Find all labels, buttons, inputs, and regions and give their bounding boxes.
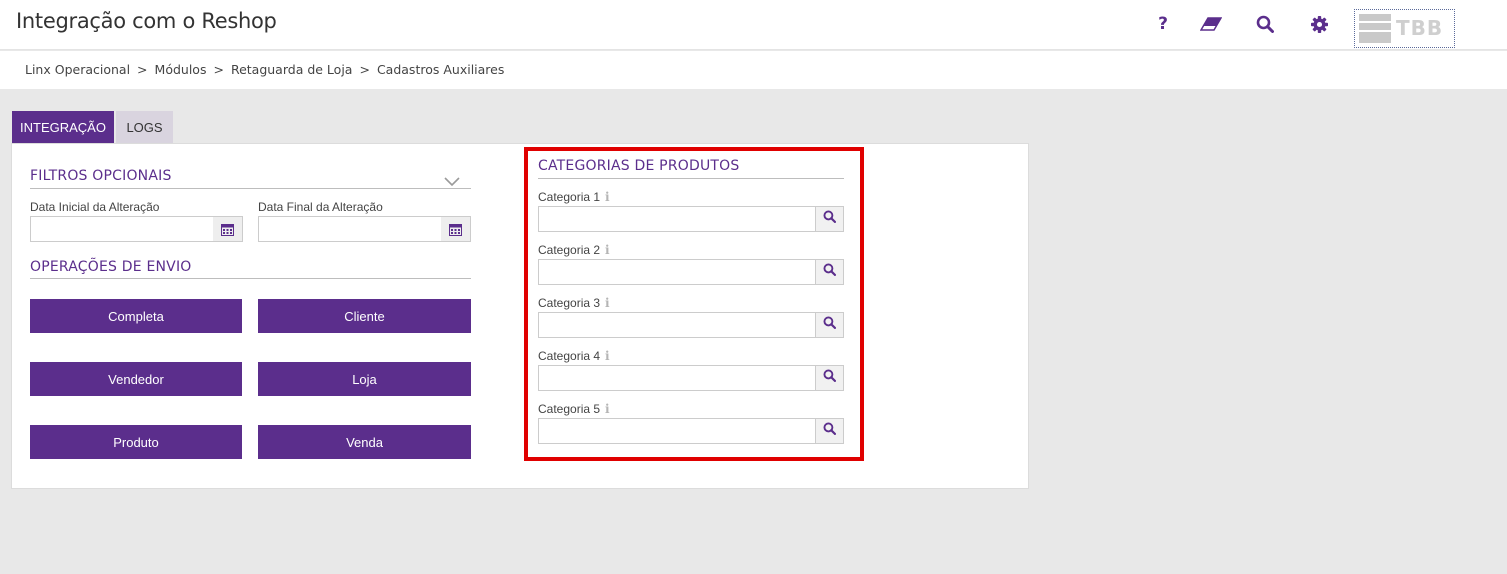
breadcrumb-item-linx-operacional[interactable]: Linx Operacional [25,62,130,77]
breadcrumb-separator: > [213,62,224,77]
category-3-label: Categoria 3i [538,296,610,310]
search-icon [823,210,836,228]
start-date-label: Data Inicial da Alteração [30,200,160,214]
send-operations-title: OPERAÇÕES DE ENVIO [30,259,192,275]
category-2-search-button[interactable] [815,259,844,285]
page-title: Integração com o Reshop [16,9,277,33]
breadcrumb-item-modulos[interactable]: Módulos [155,62,207,77]
category-3-search-button[interactable] [815,312,844,338]
product-categories-divider [538,178,844,179]
breadcrumb: Linx Operacional > Módulos > Retaguarda de L… [25,62,504,77]
info-icon[interactable]: i [605,349,610,363]
search-icon [823,369,836,387]
category-2-label: Categoria 2i [538,243,610,257]
loja-button[interactable]: Loja [258,362,471,396]
send-operations-divider [30,278,471,279]
category-1-label: Categoria 1i [538,190,610,204]
gear-icon[interactable] [1307,12,1331,36]
completa-button[interactable]: Completa [30,299,242,333]
category-4-input[interactable] [538,365,816,391]
help-icon[interactable]: ? [1151,12,1175,36]
category-3-input[interactable] [538,312,816,338]
search-icon[interactable] [1253,12,1277,36]
produto-button[interactable]: Produto [30,425,242,459]
category-5-input[interactable] [538,418,816,444]
chevron-down-icon[interactable] [444,174,460,187]
logo-text: TBB [1396,16,1444,40]
vendedor-button[interactable]: Vendedor [30,362,242,396]
breadcrumb-item-retaguarda-de-loja[interactable]: Retaguarda de Loja [231,62,353,77]
category-1-input[interactable] [538,206,816,232]
venda-button[interactable]: Venda [258,425,471,459]
breadcrumb-separator: > [359,62,370,77]
breadcrumb-separator: > [137,62,148,77]
search-icon [823,316,836,334]
breadcrumb-bar: Linx Operacional > Módulos > Retaguarda de L… [0,51,1507,89]
calendar-icon[interactable] [441,216,471,242]
category-5-label: Categoria 5i [538,402,610,416]
category-4-label: Categoria 4i [538,349,610,363]
company-logo[interactable]: TBB [1354,9,1455,48]
category-1-search-button[interactable] [815,206,844,232]
info-icon[interactable]: i [605,402,610,416]
product-categories-title: CATEGORIAS DE PRODUTOS [538,158,740,174]
eraser-icon[interactable] [1199,12,1223,36]
category-2-input[interactable] [538,259,816,285]
top-bar: Integração com o Reshop ? TBB [0,0,1507,50]
calendar-icon[interactable] [213,216,243,242]
end-date-input[interactable] [258,216,442,242]
end-date-label: Data Final da Alteração [258,200,383,214]
tab-integracao[interactable]: INTEGRAÇÃO [12,111,114,143]
start-date-input[interactable] [30,216,214,242]
tab-logs[interactable]: LOGS [116,111,173,143]
cliente-button[interactable]: Cliente [258,299,471,333]
breadcrumb-item-cadastros-auxiliares[interactable]: Cadastros Auxiliares [377,62,504,77]
info-icon[interactable]: i [605,190,610,204]
category-5-search-button[interactable] [815,418,844,444]
category-4-search-button[interactable] [815,365,844,391]
optional-filters-title: FILTROS OPCIONAIS [30,168,172,184]
search-icon [823,263,836,281]
info-icon[interactable]: i [605,243,610,257]
search-icon [823,422,836,440]
info-icon[interactable]: i [605,296,610,310]
optional-filters-divider [30,188,471,189]
